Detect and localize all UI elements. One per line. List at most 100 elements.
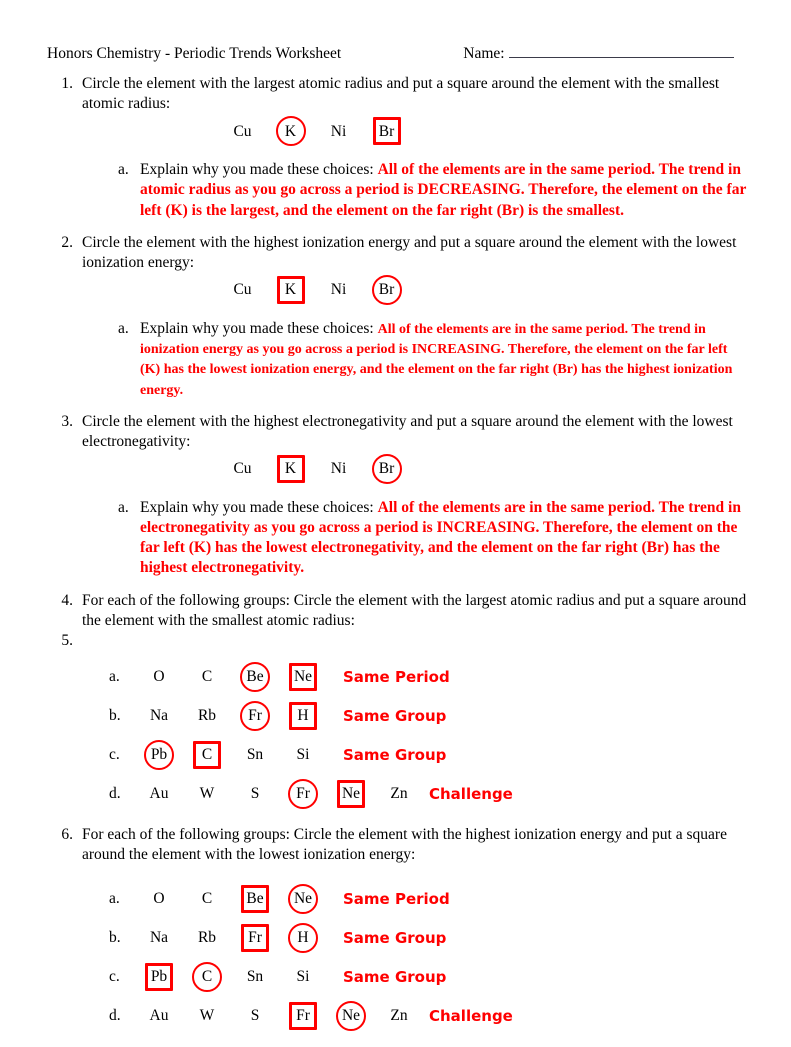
group-row-label: d.	[109, 1006, 121, 1024]
element-cell: Na	[135, 926, 183, 950]
question-number: 2.	[61, 233, 73, 251]
element-cell: Au	[135, 1004, 183, 1028]
element-plain[interactable]: W	[197, 782, 218, 806]
element-cell: C	[183, 961, 231, 992]
element-cell: K	[267, 116, 315, 147]
element-cell: Zn	[375, 782, 423, 806]
group-row-tag: Same Group	[343, 928, 447, 947]
element-squared[interactable]: K	[276, 275, 305, 304]
element-plain[interactable]: C	[199, 665, 215, 689]
element-cell: Fr	[231, 923, 279, 952]
element-circled[interactable]: Pb	[144, 739, 174, 770]
element-plain[interactable]: Ni	[328, 278, 350, 302]
element-circled[interactable]: Br	[371, 274, 402, 305]
element-plain[interactable]: Ni	[328, 120, 350, 144]
element-circled[interactable]: Br	[371, 454, 402, 485]
group-row-label: d.	[109, 784, 121, 802]
page-title: Honors Chemistry - Periodic Trends Works…	[47, 45, 342, 62]
element-group-table: a. O C Be Ne Same Period b. Na Rb Fr H Same Group c.…	[109, 879, 747, 1035]
element-circled[interactable]: Be	[240, 661, 270, 692]
element-cell: Cu	[219, 120, 267, 144]
group-row-label: c.	[109, 745, 120, 763]
element-squared[interactable]: Ne	[337, 779, 365, 808]
element-cell: Si	[279, 965, 327, 989]
question-prompt: Circle the element with the highest ioni…	[82, 233, 737, 271]
element-squared[interactable]: Ne	[289, 662, 317, 691]
element-circled[interactable]: K	[275, 116, 306, 147]
element-plain[interactable]: Zn	[387, 782, 410, 806]
element-squared[interactable]: Br	[372, 117, 401, 146]
element-squared[interactable]: C	[193, 740, 221, 769]
element-plain[interactable]: C	[199, 887, 215, 911]
element-circled[interactable]: H	[288, 922, 318, 953]
element-squared[interactable]: Pb	[145, 962, 173, 991]
name-blank-line[interactable]	[508, 44, 734, 58]
element-plain[interactable]: Cu	[230, 457, 254, 481]
element-plain[interactable]: O	[150, 887, 167, 911]
element-plain[interactable]: Au	[147, 1004, 172, 1028]
element-plain[interactable]: Na	[147, 926, 171, 950]
element-plain[interactable]: Zn	[387, 1004, 410, 1028]
element-plain[interactable]: W	[197, 1004, 218, 1028]
element-cell: Na	[135, 704, 183, 728]
element-plain[interactable]: Si	[294, 743, 313, 767]
element-plain[interactable]: S	[248, 1004, 263, 1028]
element-group-row: a. O C Be Ne Same Period	[109, 657, 747, 696]
element-plain[interactable]: S	[248, 782, 263, 806]
element-plain[interactable]: Ni	[328, 457, 350, 481]
element-circled[interactable]: Fr	[240, 700, 270, 731]
question-number: 6.	[61, 826, 73, 843]
element-circled[interactable]: C	[192, 961, 222, 992]
subitem-marker: a.	[118, 161, 129, 179]
element-cell: Cu	[219, 457, 267, 481]
element-plain[interactable]: Au	[147, 782, 172, 806]
question-item: 3. Circle the element with the highest el…	[47, 412, 747, 591]
question-prompt: For each of the following groups: Circle…	[82, 826, 727, 864]
element-cell: Ni	[315, 457, 363, 481]
question-item: 4. For each of the following groups: Circ…	[47, 591, 747, 631]
question-number: 1.	[61, 75, 73, 92]
question-list: 1. Circle the element with the largest at…	[47, 74, 747, 1047]
element-plain[interactable]: O	[150, 665, 167, 689]
element-squared[interactable]: K	[276, 455, 305, 484]
element-plain[interactable]: Na	[147, 704, 171, 728]
element-cell: Ni	[315, 278, 363, 302]
element-cell: Zn	[375, 1004, 423, 1028]
question-body: Circle the element with the largest atom…	[82, 74, 747, 233]
question-subitem: a. Explain why you made these choices: Al…	[118, 498, 747, 579]
element-group-row: b. Na Rb Fr H Same Group	[109, 696, 747, 735]
question-number: 4.	[61, 591, 73, 609]
element-circled[interactable]: Ne	[336, 1000, 366, 1031]
element-plain[interactable]: Cu	[230, 120, 254, 144]
element-squared[interactable]: Fr	[241, 923, 269, 952]
element-group-row: c. Pb C Sn Si Same Group	[109, 735, 747, 774]
name-field-group: Name:	[463, 44, 734, 63]
element-squared[interactable]: Be	[241, 884, 269, 913]
element-cell: Sn	[231, 743, 279, 767]
element-cell: Fr	[279, 1001, 327, 1030]
element-squared[interactable]: H	[289, 701, 317, 730]
element-circled[interactable]: Ne	[288, 883, 318, 914]
element-plain[interactable]: Sn	[244, 743, 266, 767]
group-row-label: a.	[109, 889, 120, 907]
element-cell: C	[183, 887, 231, 911]
group-row-tag: Same Period	[343, 667, 450, 686]
element-cell: Fr	[279, 778, 327, 809]
element-cell: C	[183, 740, 231, 769]
element-plain[interactable]: Rb	[195, 704, 219, 728]
question-body: For each of the following groups: Circle…	[82, 825, 747, 865]
subitem-body: Explain why you made these choices: All …	[140, 319, 747, 400]
element-squared[interactable]: Fr	[289, 1001, 317, 1030]
element-plain[interactable]: Sn	[244, 965, 266, 989]
element-group-row: d. Au W S Fr Ne Zn Challenge	[109, 774, 747, 813]
element-circled[interactable]: Fr	[288, 778, 318, 809]
element-plain[interactable]: Cu	[230, 278, 254, 302]
question-item: 5.	[47, 631, 747, 651]
element-cell: S	[231, 782, 279, 806]
element-plain[interactable]: Si	[294, 965, 313, 989]
element-group-row: a. O C Be Ne Same Period	[109, 879, 747, 918]
element-plain[interactable]: Rb	[195, 926, 219, 950]
explain-prompt: Explain why you made these choices:	[140, 319, 378, 337]
